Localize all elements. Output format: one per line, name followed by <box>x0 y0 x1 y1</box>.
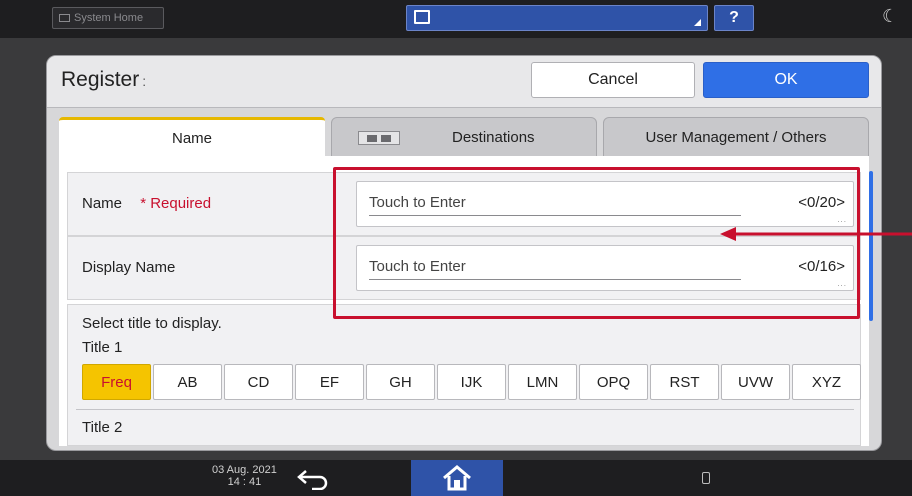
help-button[interactable]: ? <box>714 5 754 31</box>
date-text: 03 Aug. 2021 <box>212 464 277 476</box>
title-option-freq[interactable]: Freq <box>82 364 151 400</box>
title-instruction: Select title to display. <box>82 315 222 332</box>
corner-indicator-icon <box>694 19 701 26</box>
bottom-nav-bar: 03 Aug. 2021 14 : 41 <box>0 460 912 496</box>
mail-folder-icon <box>358 131 400 145</box>
memory-status-icon <box>702 472 710 484</box>
ok-button[interactable]: OK <box>703 62 869 98</box>
title1-label: Title 1 <box>82 339 123 356</box>
tab-name-label: Name <box>171 130 212 147</box>
system-home-button[interactable]: System Home <box>52 7 164 29</box>
moon-icon[interactable]: ☾ <box>882 6 898 27</box>
title-option-ef[interactable]: EF <box>295 364 364 400</box>
name-label: Name <box>82 195 123 212</box>
cancel-button[interactable]: Cancel <box>531 62 695 98</box>
title2-label: Title 2 <box>82 419 123 436</box>
back-arrow-icon[interactable] <box>294 466 334 490</box>
title1-options: Freq AB CD EF GH IJK LMN OPQ RST UVW XYZ <box>82 364 861 400</box>
tab-user-management-label: User Management / Others <box>645 128 827 146</box>
dialog-title-text: Register <box>61 68 140 91</box>
tab-user-management[interactable]: User Management / Others <box>603 117 869 157</box>
datetime-display: 03 Aug. 2021 14 : 41 <box>212 464 277 488</box>
title-divider <box>76 409 854 410</box>
screen-switch-bar[interactable] <box>406 5 708 31</box>
scrollbar[interactable] <box>869 171 873 321</box>
title-option-gh[interactable]: GH <box>366 364 435 400</box>
title-option-opq[interactable]: OPQ <box>579 364 648 400</box>
home-icon <box>443 465 471 491</box>
title-option-ijk[interactable]: IJK <box>437 364 506 400</box>
dialog-title-suffix: : <box>142 73 147 89</box>
top-status-bar: System Home ? ☾ <box>0 0 912 38</box>
tab-destinations[interactable]: Destinations <box>331 117 597 157</box>
title-option-lmn[interactable]: LMN <box>508 364 577 400</box>
system-home-label: System Home <box>74 12 144 24</box>
title-selection-section: Select title to display. Title 1 Freq AB… <box>67 304 861 446</box>
required-label: * Required <box>140 195 212 212</box>
title-option-uvw[interactable]: UVW <box>721 364 790 400</box>
title-option-ab[interactable]: AB <box>153 364 222 400</box>
title-option-rst[interactable]: RST <box>650 364 719 400</box>
dialog-header: Register: Cancel OK <box>47 56 881 108</box>
screen-icon <box>414 10 430 24</box>
title-option-xyz[interactable]: XYZ <box>792 364 861 400</box>
dialog-title: Register: <box>61 68 146 92</box>
annotation-arrow-icon <box>720 227 912 241</box>
time-text: 14 : 41 <box>227 476 262 488</box>
tab-name[interactable]: Name <box>59 117 325 157</box>
home-button[interactable] <box>411 460 503 496</box>
annotation-highlight-box <box>333 167 860 319</box>
name-label-group: Name * Required <box>82 195 211 212</box>
title-option-cd[interactable]: CD <box>224 364 293 400</box>
tab-destinations-label: Destinations <box>452 128 535 146</box>
display-name-label: Display Name <box>82 259 176 276</box>
grid-icon <box>59 14 70 22</box>
